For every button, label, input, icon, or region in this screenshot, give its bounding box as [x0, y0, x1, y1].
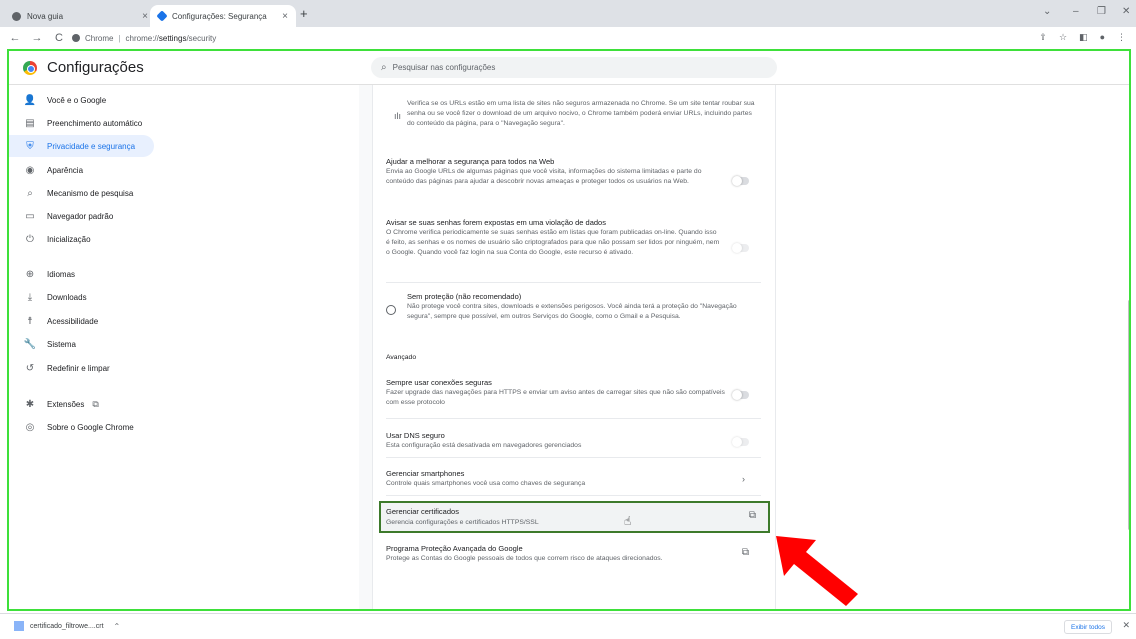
menu-icon[interactable]: ⋮ [1117, 32, 1126, 43]
browser-toolbar: ← → C Chrome | chrome://settings/securit… [0, 27, 1136, 49]
download-item[interactable]: certificado_filtrowe....crt ⌃ [14, 621, 120, 631]
gear-icon [156, 10, 168, 22]
url-path: settings [158, 33, 187, 43]
chrome-icon [12, 11, 21, 21]
minimize-button[interactable]: – [1073, 6, 1079, 17]
close-tab-icon[interactable]: × [142, 11, 148, 22]
share-icon[interactable]: ⇪ [1039, 32, 1047, 43]
tab-strip: Nova guia × Configurações: Segurança × +… [0, 0, 1136, 27]
toolbar-icons: ⇪ ☆ ◧ ● ⋮ [1039, 32, 1126, 43]
tab-settings-security[interactable]: Configurações: Segurança × [150, 5, 296, 27]
chevron-up-icon[interactable]: ⌃ [114, 622, 121, 631]
chrome-icon [72, 34, 80, 42]
reload-button[interactable]: C [52, 32, 66, 44]
url-suffix: /security [186, 33, 217, 43]
back-button[interactable]: ← [8, 32, 22, 44]
address-bar[interactable]: Chrome | chrome://settings/security [72, 31, 216, 45]
new-tab-button[interactable]: + [300, 6, 308, 21]
certificate-file-icon [14, 621, 24, 631]
close-tab-icon[interactable]: × [282, 11, 288, 22]
close-window-button[interactable]: ✕ [1122, 6, 1130, 17]
side-panel-icon[interactable]: ◧ [1079, 32, 1088, 43]
url-prefix: chrome:// [125, 33, 159, 43]
restore-button[interactable]: ❐ [1097, 6, 1106, 17]
close-downloads-icon[interactable]: ✕ [1122, 620, 1130, 631]
tab-new-tab[interactable]: Nova guia × [4, 5, 156, 27]
green-highlight-frame [7, 49, 1131, 611]
profile-icon[interactable]: ● [1100, 32, 1105, 43]
downloads-bar: certificado_filtrowe....crt ⌃ Exibir tod… [0, 613, 1136, 639]
show-all-button[interactable]: Exibir todos [1064, 620, 1112, 634]
tab-title: Nova guia [27, 11, 64, 21]
forward-button[interactable]: → [30, 32, 44, 44]
site-label: Chrome [85, 33, 114, 43]
bookmark-star-icon[interactable]: ☆ [1059, 32, 1067, 43]
tab-search-icon[interactable]: ⌄ [1043, 6, 1051, 17]
download-file-name: certificado_filtrowe....crt [30, 622, 104, 630]
separator: | [118, 33, 121, 43]
tab-title: Configurações: Segurança [172, 11, 267, 21]
